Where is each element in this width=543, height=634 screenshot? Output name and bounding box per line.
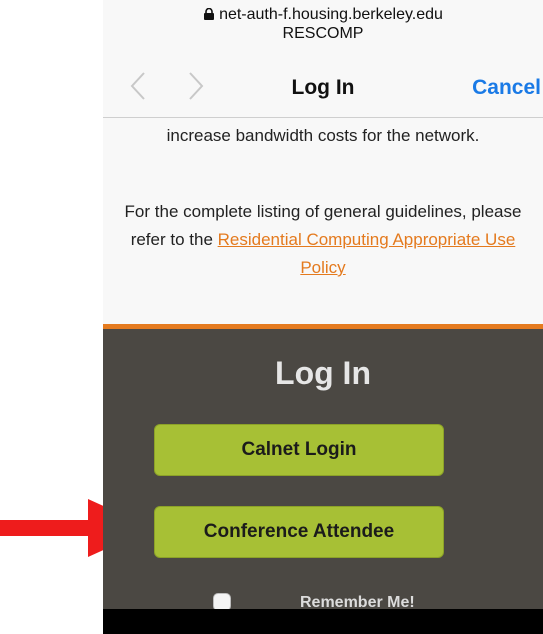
navigation-bar: Log In Cancel [103,66,543,110]
address-bar[interactable]: net-auth-f.housing.berkeley.edu [103,6,543,24]
cancel-button[interactable]: Cancel [472,76,541,100]
policy-link[interactable]: Residential Computing Appropriate Use Po… [218,230,516,277]
guidelines-paragraph: For the complete listing of general guid… [117,198,529,282]
site-name: RESCOMP [282,25,364,42]
lock-icon [204,8,215,20]
calnet-login-button[interactable]: Calnet Login [154,424,444,476]
phone-screen: net-auth-f.housing.berkeley.edu RESCOMP … [103,0,543,634]
login-heading: Log In [275,355,371,391]
content-area: increase bandwidth costs for the network… [103,118,543,324]
conference-attendee-button[interactable]: Conference Attendee [154,506,444,558]
login-panel: Log In Calnet Login Conference Attendee … [103,329,543,611]
bottom-toolbar [103,609,543,634]
url-text: net-auth-f.housing.berkeley.edu [219,6,443,23]
bandwidth-paragraph: increase bandwidth costs for the network… [166,126,480,145]
